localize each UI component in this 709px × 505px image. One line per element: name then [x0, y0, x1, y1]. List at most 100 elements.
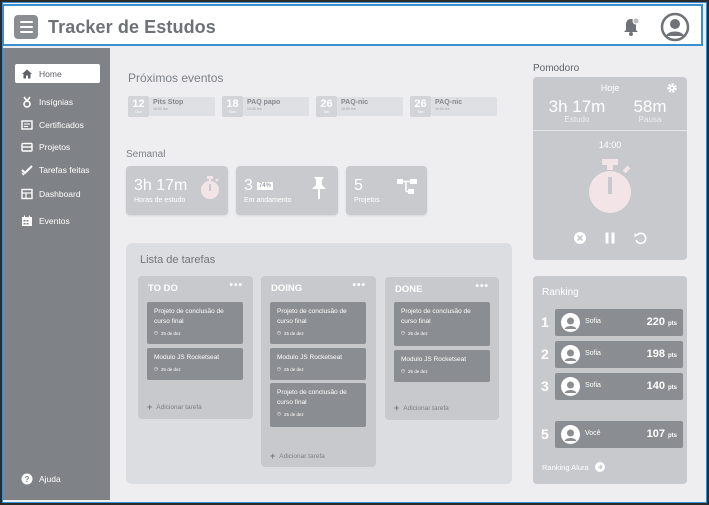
- column-done: DONE ••• Projeto de conclusão de curso f…: [385, 277, 499, 420]
- task-card[interactable]: Projeto de conclusão de curso final ◷ 25 …: [394, 302, 490, 346]
- plus-icon: +: [147, 402, 153, 412]
- ranking-alura-link[interactable]: Ranking Alura: [542, 462, 605, 472]
- event-item[interactable]: 26 Set PAQ-nic 10:00 hrs: [316, 96, 403, 117]
- help-label: Ajuda: [39, 474, 61, 484]
- task-date: 25 de dez: [283, 330, 304, 336]
- sidebar: Home Insígnias Certificados Projetos Tar…: [3, 48, 110, 500]
- points-unit: pts: [668, 353, 677, 359]
- bell-icon[interactable]: [620, 16, 642, 38]
- today-label: Hoje: [600, 83, 620, 93]
- rank-points-value: 198: [646, 348, 665, 360]
- points-unit: pts: [668, 385, 677, 391]
- event-month: Out: [135, 108, 142, 114]
- study-time-value: 3h 17m: [548, 97, 606, 116]
- ranking-panel: Ranking 1 Sofia 220 pts 2 Sofia 198 pts …: [533, 276, 687, 484]
- column-doing: DOING ••• Projeto de conclusão de curso …: [261, 276, 376, 467]
- sidebar-item-projetos[interactable]: Projetos: [15, 137, 100, 156]
- stop-icon[interactable]: [573, 231, 587, 245]
- task-date: 25 de dez: [407, 368, 428, 374]
- rank-position: 3: [541, 378, 549, 394]
- event-day: 26: [320, 97, 333, 110]
- rank-position: 1: [541, 314, 549, 330]
- task-title: Modulo JS Rocketseat: [154, 354, 220, 361]
- task-title: Projeto de conclusão de curso final: [277, 389, 347, 406]
- clock-icon: ◷: [277, 411, 281, 416]
- more-icon[interactable]: •••: [475, 281, 489, 292]
- hamburger-icon[interactable]: [14, 15, 38, 39]
- event-time: 10:00 hrs: [247, 107, 262, 111]
- task-card[interactable]: Modulo JS Rocketseat ◷ 25 de dez: [270, 348, 366, 380]
- column-title: DOING: [271, 283, 303, 294]
- events-title: Próximos eventos: [128, 71, 224, 85]
- event-name: PAQ papo: [247, 99, 281, 106]
- points-unit: pts: [668, 433, 677, 439]
- points-unit: pts: [668, 321, 677, 327]
- event-month: Nov: [228, 108, 237, 114]
- more-icon[interactable]: •••: [229, 280, 243, 291]
- ranking-entry[interactable]: Sofia 140 pts: [555, 373, 683, 400]
- task-card[interactable]: Modulo JS Rocketseat ◷ 25 de dez: [394, 350, 490, 382]
- timer-display: 14:00: [598, 140, 622, 150]
- event-item[interactable]: 18 Nov PAQ papo 10:00 hrs: [222, 96, 309, 117]
- pomodoro-title: Pomodoro: [533, 63, 580, 74]
- event-month: Set: [417, 108, 424, 114]
- plus-icon: +: [394, 403, 400, 413]
- home-icon: [22, 69, 32, 78]
- task-card[interactable]: Projeto de conclusão de curso final ◷ 25 …: [270, 383, 366, 427]
- projects-value: 5: [354, 177, 363, 194]
- pomodoro-panel: Hoje 3h 17m Estudo 58m Pausa 14:00: [533, 77, 687, 260]
- stopwatch-icon: [589, 159, 631, 213]
- projects-card[interactable]: 5 Projetos: [346, 166, 427, 215]
- in-progress-card[interactable]: 3 74% Em andamento: [236, 166, 338, 215]
- ranking-entry[interactable]: Você 107 pts: [555, 421, 683, 448]
- task-card[interactable]: Modulo JS Rocketseat ◷ 25 de dez: [147, 348, 243, 380]
- rank-name: Sofia: [585, 350, 601, 357]
- task-card[interactable]: Projeto de conclusão de curso final ◷ 25 …: [147, 302, 243, 344]
- add-task-button[interactable]: + Adicionar tarefa: [270, 451, 325, 461]
- gear-icon[interactable]: [666, 82, 678, 94]
- avatar: [561, 313, 580, 332]
- column-title: DONE: [395, 284, 423, 295]
- ranking-entry[interactable]: Sofia 220 pts: [555, 309, 683, 336]
- certificate-icon: [21, 119, 33, 130]
- user-icon[interactable]: [660, 12, 690, 42]
- sidebar-item-eventos[interactable]: Eventos: [15, 211, 100, 230]
- event-day: 26: [414, 97, 427, 110]
- column-title: TO DO: [148, 283, 178, 294]
- event-name: Pits Stop: [153, 99, 184, 106]
- ranking-entry[interactable]: Sofia 198 pts: [555, 341, 683, 368]
- task-title: Modulo JS Rocketseat: [401, 356, 467, 363]
- reset-icon[interactable]: [633, 231, 647, 245]
- rank-points: 140 pts: [647, 380, 677, 392]
- more-icon[interactable]: •••: [352, 280, 366, 291]
- in-progress-count: 3: [244, 177, 253, 194]
- rank-points-value: 220: [646, 316, 665, 328]
- sidebar-item-label: Certificados: [39, 119, 84, 130]
- sidebar-item-dashboard[interactable]: Dashboard: [15, 184, 100, 203]
- event-time: 10:00 hrs: [153, 107, 168, 111]
- clock-icon: ◷: [154, 330, 158, 335]
- rank-position: 2: [541, 346, 549, 362]
- sidebar-item-tarefas-feitas[interactable]: Tarefas feitas: [15, 160, 100, 179]
- task-date: 25 de dez: [283, 411, 304, 417]
- add-task-button[interactable]: + Adicionar tarefa: [147, 402, 202, 412]
- arrow-right-icon: [594, 462, 605, 472]
- event-date: 18 Nov: [222, 96, 243, 117]
- task-title: Projeto de conclusão de curso final: [401, 308, 471, 325]
- sidebar-item-home[interactable]: Home: [15, 64, 100, 83]
- sidebar-item-label: Eventos: [39, 215, 70, 226]
- event-item[interactable]: 12 Out Pits Stop 10:00 hrs: [128, 96, 215, 117]
- add-task-button[interactable]: + Adicionar tarefa: [394, 403, 449, 413]
- task-card[interactable]: Projeto de conclusão de curso final ◷ 25 …: [270, 302, 366, 344]
- event-month: Set: [323, 108, 330, 114]
- sidebar-item-insignias[interactable]: Insígnias: [15, 92, 100, 111]
- sidebar-item-certificados[interactable]: Certificados: [15, 115, 100, 134]
- pause-icon[interactable]: [603, 231, 617, 245]
- help-link[interactable]: ? Ajuda: [21, 473, 61, 485]
- study-hours-card[interactable]: 3h 17m Horas de estudo: [126, 166, 228, 215]
- sidebar-item-label: Tarefas feitas: [39, 164, 90, 175]
- rank-points-value: 140: [646, 380, 665, 392]
- in-progress-percent: 74%: [256, 181, 273, 190]
- event-item[interactable]: 26 Set PAQ-nic 10:00 hrs: [410, 96, 497, 117]
- folder-icon: [21, 142, 33, 152]
